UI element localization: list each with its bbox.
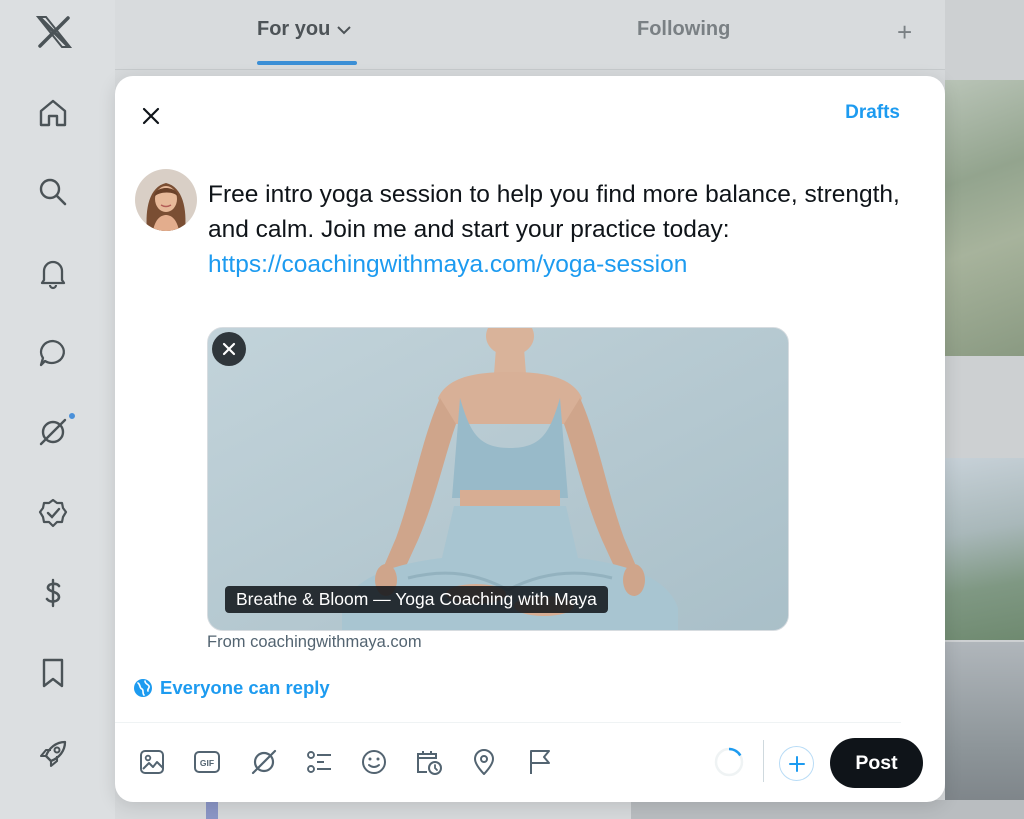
reply-setting-button[interactable]: Everyone can reply — [133, 677, 330, 699]
location-icon[interactable] — [466, 744, 502, 780]
grok-icon[interactable] — [36, 415, 70, 449]
notification-dot — [67, 411, 77, 421]
active-tab-indicator — [257, 61, 357, 65]
background-image — [631, 800, 1024, 819]
search-icon[interactable] — [36, 175, 70, 209]
background-accent — [206, 800, 218, 819]
gif-icon[interactable]: GIF — [189, 744, 225, 780]
plus-icon — [788, 755, 805, 772]
post-body-text: Free intro yoga session to help you find… — [208, 181, 900, 243]
avatar[interactable] — [135, 169, 197, 231]
schedule-icon[interactable] — [411, 744, 447, 780]
post-link[interactable]: https://coachingwithmaya.com/yoga-sessio… — [208, 247, 928, 282]
tab-for-you[interactable]: For you — [257, 18, 352, 41]
close-icon — [142, 107, 160, 125]
media-caption: Breathe & Bloom — Yoga Coaching with May… — [225, 586, 608, 613]
flag-icon[interactable] — [522, 744, 558, 780]
close-button[interactable] — [133, 98, 169, 134]
add-post-button[interactable] — [779, 746, 814, 781]
sidebar — [0, 0, 115, 819]
media-source: From coachingwithmaya.com — [207, 633, 422, 651]
post-button[interactable]: Post — [830, 738, 923, 788]
globe-icon — [134, 679, 152, 697]
svg-text:GIF: GIF — [200, 758, 214, 768]
toolbar-separator — [763, 740, 764, 782]
bookmarks-icon[interactable] — [36, 656, 70, 690]
background-image — [945, 642, 1024, 819]
background-image — [945, 458, 1024, 640]
divider — [115, 722, 901, 723]
character-count-progress — [714, 747, 744, 777]
messages-icon[interactable] — [36, 336, 70, 370]
rocket-icon[interactable] — [36, 737, 70, 771]
post-text[interactable]: Free intro yoga session to help you find… — [208, 177, 928, 282]
emoji-icon[interactable] — [356, 744, 392, 780]
reply-setting-label: Everyone can reply — [160, 677, 330, 698]
chevron-down-icon — [337, 26, 351, 35]
background-image — [945, 80, 1024, 356]
x-logo-icon[interactable] — [34, 12, 74, 52]
notifications-bell-icon[interactable] — [36, 256, 70, 290]
drafts-button[interactable]: Drafts — [845, 102, 900, 124]
add-tab-icon[interactable]: + — [897, 17, 912, 48]
compose-modal: Drafts Free intro yoga session to help y… — [115, 76, 945, 802]
remove-media-button[interactable] — [212, 332, 246, 366]
tab-following[interactable]: Following — [637, 18, 730, 41]
home-icon[interactable] — [36, 96, 70, 130]
verified-icon[interactable] — [36, 496, 70, 530]
close-icon — [222, 342, 236, 356]
monetization-icon[interactable] — [36, 576, 70, 610]
grok-icon[interactable] — [246, 744, 282, 780]
media-icon[interactable] — [134, 744, 170, 780]
timeline-tabs — [115, 0, 945, 70]
media-attachment[interactable]: Breathe & Bloom — Yoga Coaching with May… — [207, 327, 789, 631]
poll-icon[interactable] — [301, 744, 337, 780]
